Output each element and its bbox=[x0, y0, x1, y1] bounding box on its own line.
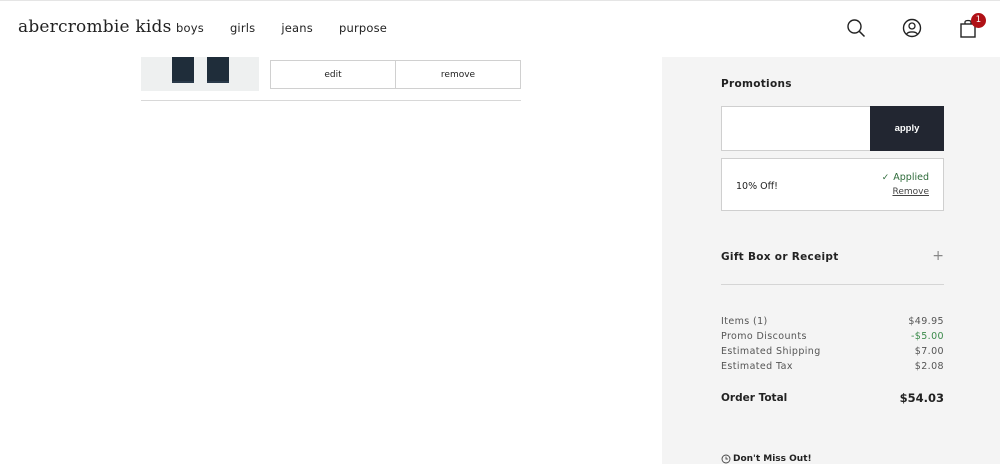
summary-row-items: Items (1) $49.95 bbox=[721, 316, 944, 329]
summary-label: Estimated Tax bbox=[721, 361, 793, 372]
remove-promo-link[interactable]: Remove bbox=[892, 187, 929, 197]
summary-value: $49.95 bbox=[908, 316, 944, 327]
gift-box-toggle[interactable]: Gift Box or Receipt + bbox=[721, 248, 944, 268]
account-icon[interactable] bbox=[901, 17, 923, 39]
gift-box-label: Gift Box or Receipt bbox=[721, 251, 839, 263]
order-total-row: Order Total $54.03 bbox=[721, 391, 944, 407]
nav-item-girls[interactable]: girls bbox=[230, 21, 255, 35]
summary-value: $7.00 bbox=[914, 346, 944, 357]
check-icon: ✓ bbox=[881, 172, 890, 183]
cart-item-actions: edit remove bbox=[270, 60, 521, 89]
product-thumbnail[interactable] bbox=[141, 57, 259, 91]
applied-promo-code: 10% Off! bbox=[736, 181, 778, 192]
nav-item-purpose[interactable]: purpose bbox=[339, 21, 387, 35]
nav-item-boys[interactable]: boys bbox=[176, 21, 204, 35]
summary-label: Items (1) bbox=[721, 316, 768, 327]
applied-promo-card: 10% Off! ✓ Applied Remove bbox=[721, 158, 944, 211]
cart-items-column: edit remove bbox=[0, 57, 662, 464]
applied-status-label: Applied bbox=[893, 172, 929, 183]
summary-row-shipping: Estimated Shipping $7.00 bbox=[721, 346, 944, 359]
nav-item-jeans[interactable]: jeans bbox=[281, 21, 313, 35]
jeans-leg-right bbox=[207, 57, 229, 83]
edit-item-button[interactable]: edit bbox=[271, 61, 395, 88]
brand-logo[interactable]: abercrombie kids bbox=[18, 17, 172, 37]
order-total-label: Order Total bbox=[721, 392, 788, 404]
summary-row-tax: Estimated Tax $2.08 bbox=[721, 361, 944, 374]
summary-value: $2.08 bbox=[914, 361, 944, 372]
search-icon[interactable] bbox=[845, 17, 867, 39]
promotions-title: Promotions bbox=[721, 78, 792, 90]
plus-icon[interactable]: + bbox=[932, 248, 944, 264]
summary-row-promo: Promo Discounts -$5.00 bbox=[721, 331, 944, 344]
order-summary-panel: Promotions apply 10% Off! ✓ Applied Remo… bbox=[662, 57, 1000, 464]
jeans-leg-left bbox=[172, 57, 194, 83]
clock-icon bbox=[721, 454, 731, 464]
summary-label: Promo Discounts bbox=[721, 331, 807, 342]
order-total-value: $54.03 bbox=[899, 391, 944, 405]
bag-count-badge: 1 bbox=[971, 13, 986, 28]
promo-code-input[interactable] bbox=[721, 106, 871, 151]
remove-item-button[interactable]: remove bbox=[395, 61, 520, 88]
applied-status: ✓ Applied bbox=[882, 172, 929, 183]
summary-label: Estimated Shipping bbox=[721, 346, 821, 357]
dont-miss-out-text: Don't Miss Out! bbox=[733, 454, 812, 464]
dont-miss-out-notice: Don't Miss Out! bbox=[721, 454, 812, 464]
site-header: abercrombie kids boys girls jeans purpos… bbox=[0, 0, 1000, 57]
item-divider bbox=[141, 100, 521, 101]
apply-promo-button[interactable]: apply bbox=[870, 106, 944, 151]
summary-divider bbox=[721, 284, 944, 285]
main-nav: boys girls jeans purpose bbox=[176, 21, 413, 35]
summary-value: -$5.00 bbox=[910, 331, 944, 342]
